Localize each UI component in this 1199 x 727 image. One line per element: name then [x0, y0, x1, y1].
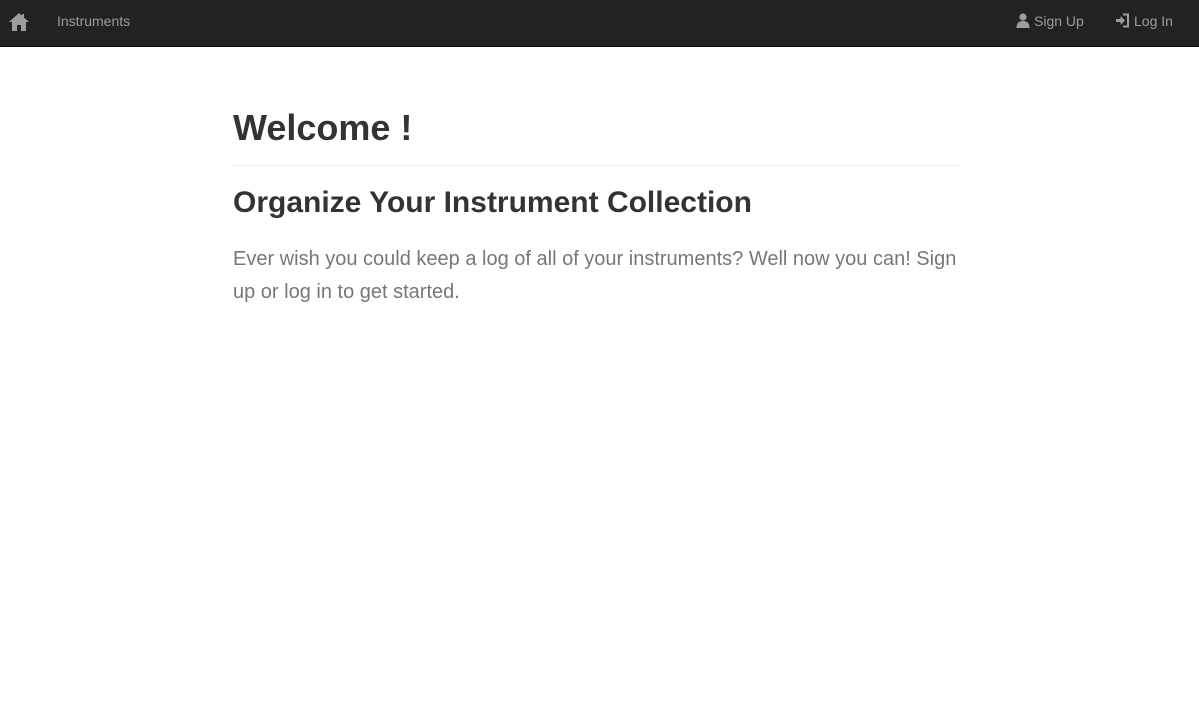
- page-subtitle: Organize Your Instrument Collection: [233, 186, 752, 219]
- top-navbar: Instruments Sign Up Log In: [0, 0, 1199, 47]
- page-title: Welcome !: [233, 107, 413, 148]
- home-icon: [8, 11, 30, 33]
- nav-instruments-link[interactable]: Instruments: [57, 0, 130, 42]
- user-icon: [1016, 13, 1030, 28]
- log-in-icon: [1115, 13, 1130, 28]
- log-in-link[interactable]: Log In: [1115, 0, 1173, 42]
- title-divider: [233, 165, 962, 166]
- sign-up-link[interactable]: Sign Up: [1016, 0, 1084, 42]
- log-in-label: Log In: [1134, 13, 1173, 29]
- sign-up-label: Sign Up: [1034, 13, 1084, 29]
- intro-text: Ever wish you could keep a log of all of…: [233, 248, 957, 303]
- home-link[interactable]: [8, 11, 30, 33]
